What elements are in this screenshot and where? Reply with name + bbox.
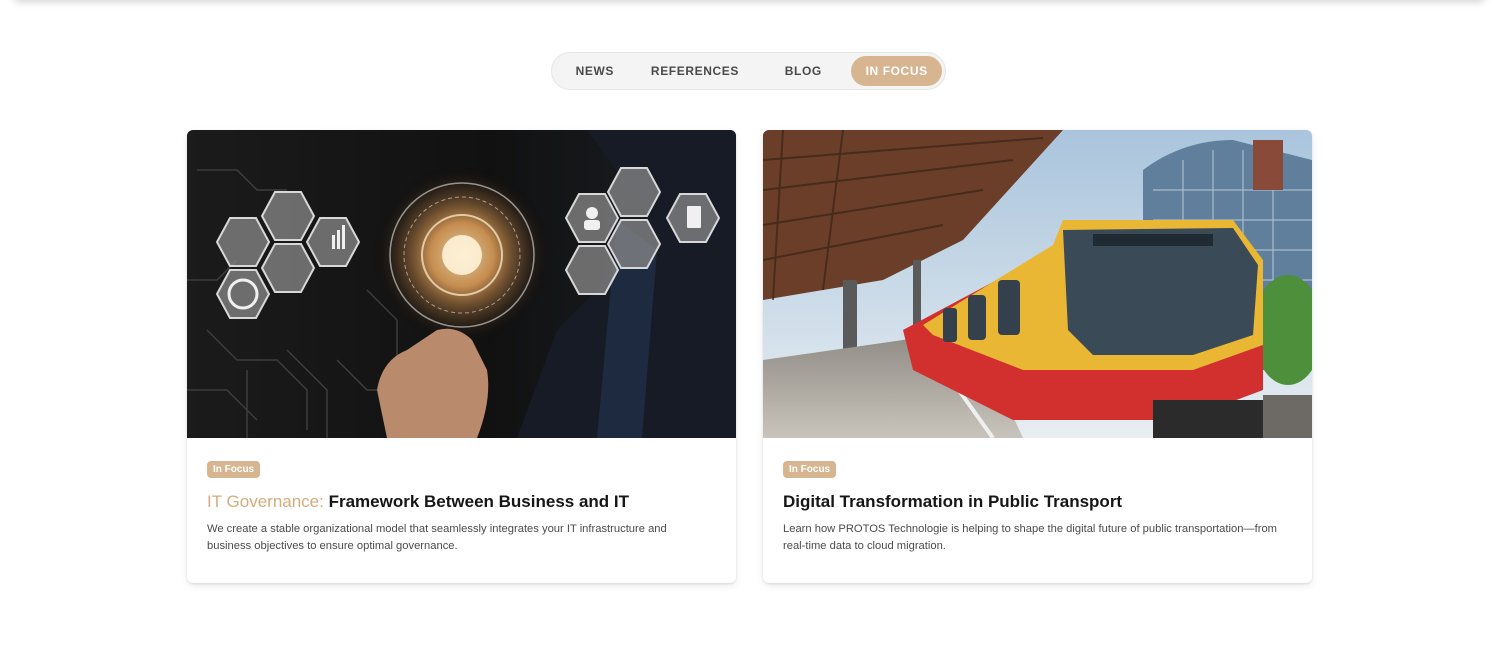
title-accent: IT Governance:	[207, 492, 324, 511]
category-tabs: NEWS REFERENCES BLOG IN FOCUS	[551, 52, 946, 90]
category-badge: In Focus	[207, 461, 261, 478]
article-title[interactable]: IT Governance: Framework Between Busines…	[207, 491, 716, 513]
tab-news[interactable]: NEWS	[557, 56, 633, 86]
article-title[interactable]: Digital Transformation in Public Transpo…	[783, 491, 1292, 513]
title-main: Framework Between Business and IT	[323, 492, 630, 511]
tab-in-focus[interactable]: IN FOCUS	[851, 56, 942, 86]
article-description: We create a stable organizational model …	[207, 523, 667, 552]
article-description: Learn how PROTOS Technologie is helping …	[783, 523, 1277, 552]
article-card-public-transport[interactable]: In Focus Digital Transformation in Publi…	[763, 130, 1312, 583]
category-badge: In Focus	[783, 461, 837, 478]
article-card-it-governance[interactable]: In Focus IT Governance: Framework Betwee…	[187, 130, 736, 583]
tab-blog[interactable]: BLOG	[769, 56, 837, 86]
train-platform-image	[763, 130, 1312, 438]
title-main: Digital Transformation in Public Transpo…	[783, 492, 1123, 511]
lightbulb-hexagon-network-image	[187, 130, 736, 438]
tab-references[interactable]: REFERENCES	[633, 56, 758, 86]
